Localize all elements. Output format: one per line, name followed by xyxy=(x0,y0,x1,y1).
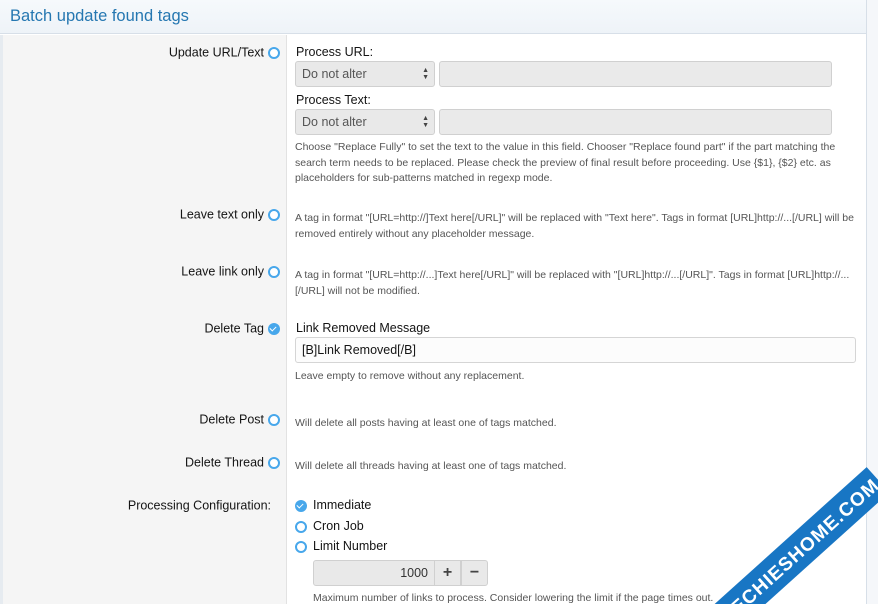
left-edge xyxy=(0,35,3,604)
option-update-url-text[interactable]: Update URL/Text xyxy=(0,45,280,60)
right-rail xyxy=(866,0,878,604)
processing-choice-limit-number[interactable]: Limit Number xyxy=(295,539,387,553)
link-removed-message-input[interactable]: [B]Link Removed[/B] xyxy=(295,337,856,363)
radio-circle-icon[interactable] xyxy=(295,520,307,533)
radio-checked-icon[interactable] xyxy=(295,499,307,512)
option-leave-link-only[interactable]: Leave link only xyxy=(0,264,280,279)
page-title: Batch update found tags xyxy=(10,7,189,25)
select-arrows-icon: ▲ ▼ xyxy=(422,67,429,81)
select-arrows-icon: ▲ ▼ xyxy=(422,115,429,129)
watermark: TECHIESHOME.COM xyxy=(710,467,878,604)
option-delete-thread[interactable]: Delete Thread xyxy=(0,455,280,470)
leave-text-only-hint: A tag in format "[URL=http://]Text here[… xyxy=(295,212,854,240)
process-text-select[interactable]: Do not alter ▲ ▼ xyxy=(295,109,435,135)
leave-link-only-hint: A tag in format "[URL=http://...]Text he… xyxy=(295,269,850,297)
radio-checked-icon[interactable] xyxy=(268,322,280,335)
choice-label: Immediate xyxy=(313,498,372,512)
radio-circle-icon[interactable] xyxy=(268,413,280,426)
increment-button[interactable]: + xyxy=(434,560,461,586)
process-url-label: Process URL: xyxy=(296,45,374,59)
delete-tag-hint: Leave empty to remove without any replac… xyxy=(295,370,525,382)
processing-choice-immediate[interactable]: Immediate xyxy=(295,498,371,512)
process-url-select[interactable]: Do not alter ▲ ▼ xyxy=(295,61,435,87)
radio-circle-icon[interactable] xyxy=(268,265,280,278)
option-label: Leave text only xyxy=(179,207,264,222)
limit-number-hint: Maximum number of links to process. Cons… xyxy=(313,592,714,604)
processing-label-text: Processing Configuration: xyxy=(127,498,271,513)
select-value: Do not alter xyxy=(302,115,367,129)
option-delete-tag[interactable]: Delete Tag xyxy=(0,321,280,336)
delete-thread-hint: Will delete all threads having at least … xyxy=(295,460,567,472)
radio-circle-icon[interactable] xyxy=(268,208,280,221)
panel-header: Batch update found tags xyxy=(0,0,866,34)
limit-number-input[interactable]: 1000 xyxy=(313,560,435,586)
decrement-button[interactable]: − xyxy=(461,560,488,586)
option-label: Delete Post xyxy=(199,412,264,427)
option-label: Delete Thread xyxy=(185,455,264,470)
choice-label: Cron Job xyxy=(313,519,364,533)
processing-configuration-label: Processing Configuration: xyxy=(0,498,280,513)
delete-post-hint: Will delete all posts having at least on… xyxy=(295,417,557,429)
option-delete-post[interactable]: Delete Post xyxy=(0,412,280,427)
option-label: Update URL/Text xyxy=(168,45,264,60)
radio-circle-icon[interactable] xyxy=(295,540,307,553)
radio-circle-icon[interactable] xyxy=(268,456,280,469)
process-url-input[interactable] xyxy=(439,61,832,87)
choice-label: Limit Number xyxy=(313,539,388,553)
process-text-input[interactable] xyxy=(439,109,832,135)
process-text-label: Process Text: xyxy=(296,93,371,107)
watermark-text: TECHIESHOME.COM xyxy=(718,475,878,604)
option-label: Leave link only xyxy=(181,264,264,279)
option-leave-text-only[interactable]: Leave text only xyxy=(0,207,280,222)
select-value: Do not alter xyxy=(302,67,367,81)
option-label: Delete Tag xyxy=(204,321,264,336)
processing-choice-cron-job[interactable]: Cron Job xyxy=(295,519,364,533)
radio-circle-icon[interactable] xyxy=(268,46,280,59)
update-url-text-hint: Choose "Replace Fully" to set the text t… xyxy=(295,141,836,184)
link-removed-message-label: Link Removed Message xyxy=(296,321,431,335)
label-column xyxy=(0,35,287,604)
